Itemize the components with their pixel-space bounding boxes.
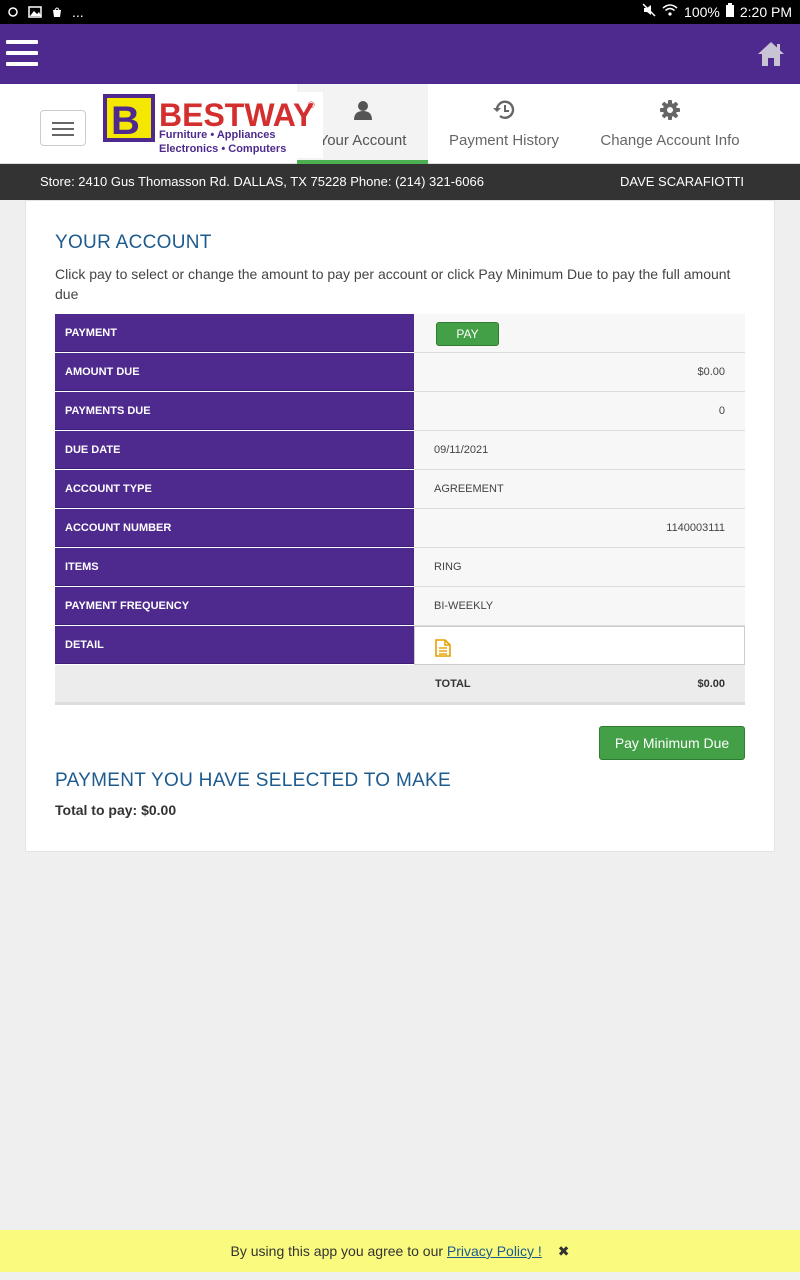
history-icon (436, 100, 572, 120)
row-label: PAYMENT FREQUENCY (55, 587, 414, 625)
row-value: RING (414, 548, 745, 587)
row-value (414, 626, 745, 665)
logo-letter: B (111, 99, 140, 143)
table-row-due-date: DUE DATE 09/11/2021 (55, 431, 745, 470)
row-label: DETAIL (55, 626, 414, 664)
toggle-line (52, 122, 74, 124)
row-label: PAYMENTS DUE (55, 392, 414, 430)
status-bar: ... 100% 2:20 PM (0, 0, 800, 24)
table-row-detail: DETAIL (55, 626, 745, 665)
pay-button[interactable]: PAY (436, 322, 499, 346)
home-button[interactable] (756, 40, 786, 68)
table-row-items: ITEMS RING (55, 548, 745, 587)
table-row-account-type: ACCOUNT TYPE AGREEMENT (55, 470, 745, 509)
table-row-payment: PAYMENT PAY (55, 314, 745, 353)
gear-icon (592, 100, 748, 120)
tab-label: Change Account Info (600, 132, 740, 149)
mute-icon (642, 3, 656, 20)
bestway-logo[interactable]: B BESTWAY ® Furniture • Appliances Elect… (103, 92, 323, 158)
close-icon[interactable]: ✖ (558, 1230, 570, 1272)
row-value: PAY (414, 314, 745, 353)
table-row-account-number: ACCOUNT NUMBER 1140003111 (55, 509, 745, 548)
status-left: ... (6, 4, 84, 20)
privacy-policy-link[interactable]: Privacy Policy ! (447, 1243, 542, 1259)
toggle-line (52, 134, 74, 136)
hamburger-line (6, 51, 38, 55)
store-address: Store: 2410 Gus Thomasson Rd. DALLAS, TX… (40, 174, 484, 189)
tab-change-account-info[interactable]: Change Account Info (592, 84, 748, 164)
logo-wordmark: BESTWAY (159, 97, 314, 133)
image-icon (28, 6, 42, 18)
bag-icon (50, 6, 64, 18)
account-table: PAYMENT PAY AMOUNT DUE $0.00 PAYMENTS DU… (55, 314, 745, 705)
row-value: BI-WEEKLY (414, 587, 745, 626)
row-label: ACCOUNT NUMBER (55, 509, 414, 547)
table-row-amount-due: AMOUNT DUE $0.00 (55, 353, 745, 392)
hamburger-line (6, 62, 38, 66)
footer-text: By using this app you agree to our (230, 1243, 444, 1259)
toggle-line (52, 128, 74, 130)
total-to-pay: Total to pay: $0.00 (55, 802, 177, 818)
clock: 2:20 PM (739, 3, 792, 20)
page-description: Click pay to select or change the amount… (55, 266, 731, 302)
store-bar: Store: 2410 Gus Thomasson Rd. DALLAS, TX… (0, 164, 800, 200)
tab-payment-history[interactable]: Payment History (436, 84, 572, 164)
row-value: 09/11/2021 (414, 431, 745, 470)
selected-payment-title: PAYMENT YOU HAVE SELECTED TO MAKE (55, 770, 451, 791)
table-row-payments-due: PAYMENTS DUE 0 (55, 392, 745, 431)
home-icon (758, 42, 784, 66)
app-bar (0, 24, 800, 84)
row-value: AGREEMENT (414, 470, 745, 509)
wifi-icon (662, 3, 678, 20)
battery-icon (725, 3, 734, 20)
notification-icon (6, 6, 20, 18)
total-label: TOTAL (435, 678, 471, 690)
table-row-total: TOTAL $0.00 (55, 665, 745, 705)
row-value: 1140003111 (414, 509, 745, 548)
hamburger-line (6, 40, 38, 44)
privacy-footer: By using this app you agree to our Priva… (0, 1230, 800, 1272)
row-value: 0 (414, 392, 745, 431)
table-row-payment-frequency: PAYMENT FREQUENCY BI-WEEKLY (55, 587, 745, 626)
tab-label: Payment History (448, 132, 560, 149)
row-label: ACCOUNT TYPE (55, 470, 414, 508)
page-title: YOUR ACCOUNT (55, 232, 212, 253)
user-name: DAVE SCARAFIOTTI (620, 174, 744, 189)
row-label: DUE DATE (55, 431, 414, 469)
battery-level: 100% (684, 3, 720, 20)
logo-registered: ® (308, 100, 315, 110)
status-right: 100% 2:20 PM (642, 3, 792, 20)
logo-tagline-2: Electronics • Computers (159, 143, 286, 155)
nav-toggle-button[interactable] (40, 110, 86, 146)
logo-tagline-1: Furniture • Appliances (159, 129, 276, 141)
row-value: $0.00 (414, 353, 745, 392)
row-label: PAYMENT (55, 314, 414, 352)
menu-button[interactable] (6, 40, 38, 66)
total-value: $0.00 (697, 678, 725, 690)
row-label: AMOUNT DUE (55, 353, 414, 391)
more-notifications: ... (72, 4, 84, 20)
pay-minimum-due-button[interactable]: Pay Minimum Due (599, 726, 745, 760)
row-label: ITEMS (55, 548, 414, 586)
